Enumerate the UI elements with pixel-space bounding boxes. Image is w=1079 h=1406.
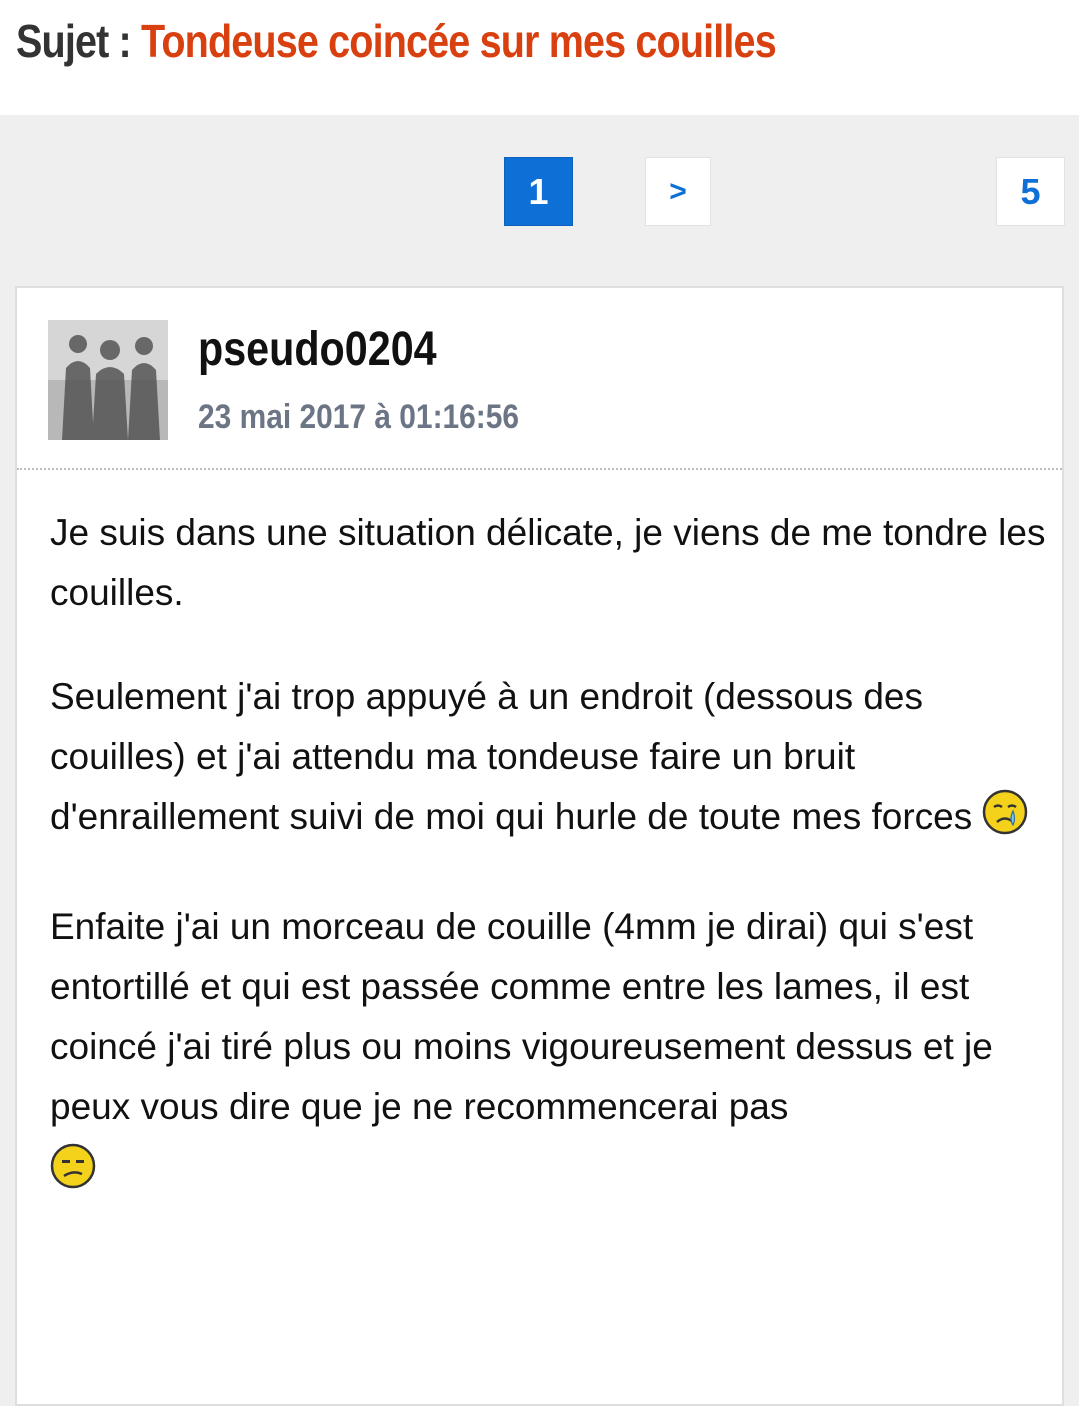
forum-post: pseudo0204 23 mai 2017 à 01:16:56 Je sui… — [15, 286, 1064, 1406]
post-paragraph: Je suis dans une situation délicate, je … — [50, 512, 1046, 613]
post-paragraph-3: Enfaite j'ai un morceau de couille (4mm … — [50, 897, 1050, 1207]
author-name[interactable]: pseudo0204 — [198, 322, 437, 377]
last-page-button[interactable]: 5 — [996, 157, 1065, 226]
post-header: pseudo0204 23 mai 2017 à 01:16:56 — [17, 288, 1062, 470]
subject-prefix: Sujet : — [16, 15, 132, 67]
subject-title: Tondeuse coincée sur mes couilles — [140, 15, 777, 67]
post-paragraph-text: Enfaite j'ai un morceau de couille (4mm … — [50, 906, 993, 1127]
post-paragraph-text: Seulement j'ai trop appuyé à un endroit … — [50, 676, 973, 837]
page-1-button[interactable]: 1 — [504, 157, 573, 226]
sad-smiley-icon — [50, 1143, 1050, 1207]
post-timestamp: 23 mai 2017 à 01:16:56 — [198, 398, 520, 436]
page-title: Sujet : Tondeuse coincée sur mes couille… — [16, 14, 777, 74]
avatar[interactable] — [48, 320, 168, 440]
crying-smiley-icon — [982, 789, 1028, 853]
next-page-button[interactable]: > — [645, 157, 711, 226]
post-body: Je suis dans une situation délicate, je … — [50, 503, 1050, 1251]
post-paragraph-2: Seulement j'ai trop appuyé à un endroit … — [50, 667, 1050, 853]
topic-header: Sujet : Tondeuse coincée sur mes couille… — [0, 0, 1079, 115]
